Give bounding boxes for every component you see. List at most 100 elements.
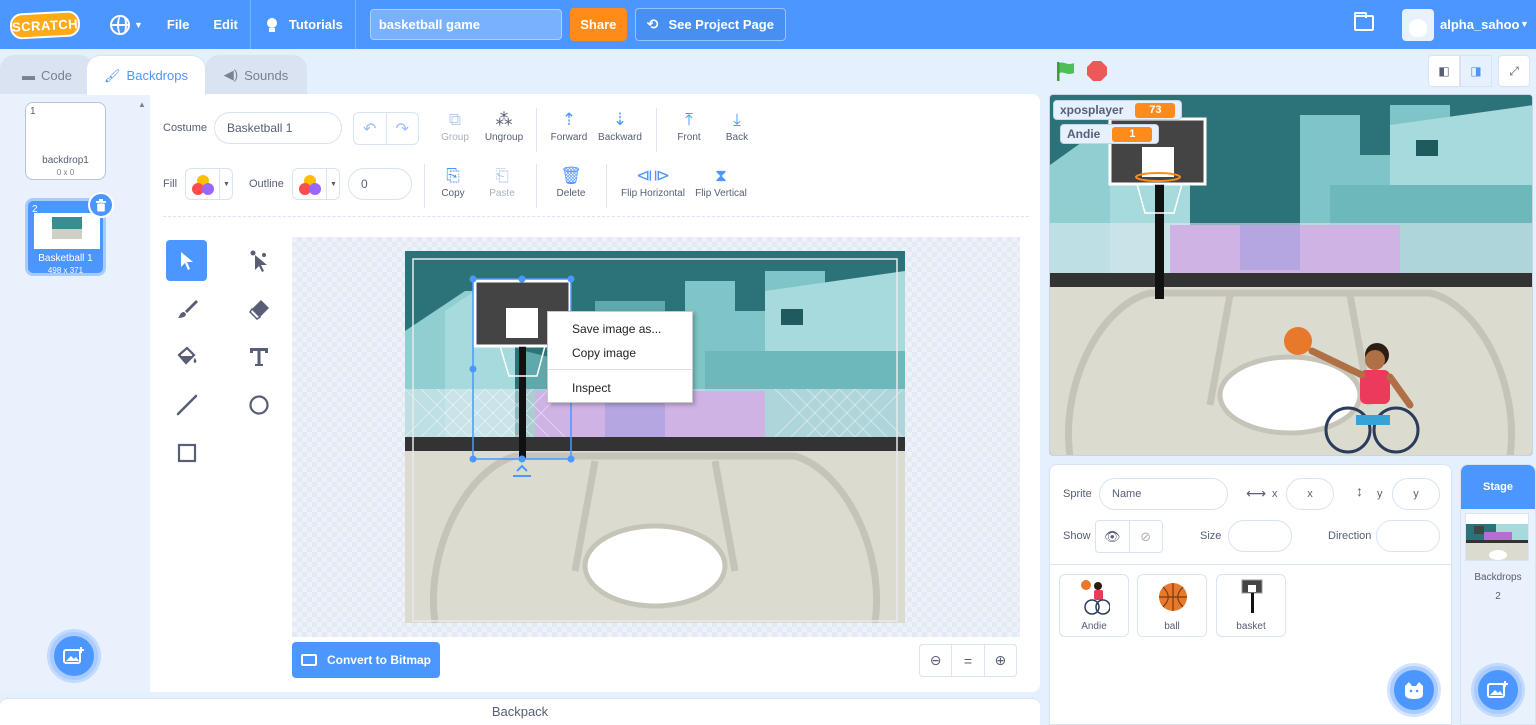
normal-stage-icon: ◨ bbox=[1470, 64, 1482, 78]
variable-monitor-xposplayer[interactable]: xposplayer 73 bbox=[1053, 100, 1183, 120]
scroll-up-icon[interactable]: ▲ bbox=[138, 100, 146, 109]
share-button[interactable]: Share bbox=[569, 8, 627, 41]
stage-thumbnail bbox=[1465, 513, 1529, 561]
flip-horizontal-button[interactable]: ⧏⧐ Flip Horizontal bbox=[616, 164, 690, 199]
tutorials-button[interactable]: Tutorials bbox=[251, 0, 355, 49]
hide-sprite-button[interactable]: ⊘ bbox=[1130, 521, 1163, 552]
trash-icon: 🗑 bbox=[560, 166, 582, 185]
outline-width-input[interactable]: 0 bbox=[348, 168, 412, 200]
chevron-down-icon[interactable]: ▼ bbox=[1520, 19, 1529, 29]
scratch-logo[interactable]: SCRATCH bbox=[9, 9, 81, 40]
eraser-tool[interactable] bbox=[238, 288, 279, 329]
redo-button[interactable]: ↷ bbox=[387, 113, 419, 144]
flip-horizontal-label: Flip Horizontal bbox=[621, 188, 685, 199]
backdrop-name: Basketball 1 bbox=[38, 253, 93, 264]
convert-to-bitmap-button[interactable]: Convert to Bitmap bbox=[292, 642, 440, 678]
globe-icon bbox=[110, 14, 130, 35]
paste-icon: ⎗ bbox=[495, 166, 509, 185]
stop-icon[interactable] bbox=[1087, 61, 1107, 81]
y-input[interactable]: y bbox=[1392, 478, 1440, 510]
see-project-page-button[interactable]: ⟲ See Project Page bbox=[634, 8, 786, 41]
eye-icon: 👁 bbox=[1103, 528, 1121, 544]
sprite-tile-basket[interactable]: basket bbox=[1216, 574, 1286, 637]
ungroup-button[interactable]: ⁂ Ungroup bbox=[479, 108, 529, 143]
size-label: Size bbox=[1200, 530, 1222, 542]
backdrop-name: backdrop1 bbox=[42, 155, 89, 166]
variable-monitor-andie[interactable]: Andie 1 bbox=[1060, 124, 1160, 144]
show-sprite-button[interactable]: 👁 bbox=[1096, 521, 1130, 552]
zoom-controls: ⊖ = ⊕ bbox=[919, 644, 1017, 677]
see-project-label: See Project Page bbox=[668, 17, 774, 32]
backward-button[interactable]: ⇣ Backward bbox=[595, 108, 645, 143]
project-title-input[interactable]: basketball game bbox=[369, 9, 562, 40]
stage-canvas[interactable]: xposplayer 73 Andie 1 bbox=[1049, 94, 1533, 456]
delete-backdrop-button[interactable] bbox=[88, 192, 114, 218]
zoom-out-button[interactable]: ⊖ bbox=[920, 645, 953, 676]
costume-name-input[interactable]: Basketball 1 bbox=[214, 112, 342, 144]
rectangle-tool[interactable] bbox=[166, 432, 207, 473]
line-icon bbox=[176, 394, 197, 415]
fill-color-picker[interactable]: ▼ bbox=[185, 168, 233, 200]
context-copy-image[interactable]: Copy image bbox=[572, 346, 636, 360]
tab-code[interactable]: ▬ Code bbox=[0, 55, 94, 94]
cursor-arrow-icon bbox=[180, 251, 193, 270]
sprite-name-input[interactable]: Name bbox=[1099, 478, 1228, 510]
file-menu[interactable]: File bbox=[155, 0, 201, 49]
zoom-in-button[interactable]: ⊕ bbox=[985, 645, 1016, 676]
copy-button[interactable]: ⎘ Copy bbox=[428, 164, 478, 199]
tab-sounds[interactable]: ◀) Sounds bbox=[205, 55, 307, 94]
menu-divider bbox=[354, 0, 356, 49]
username[interactable]: alpha_sahoo bbox=[1440, 17, 1519, 32]
forward-button[interactable]: ⇡ Forward bbox=[544, 108, 594, 143]
paste-button[interactable]: ⎗ Paste bbox=[477, 164, 527, 199]
delete-label: Delete bbox=[556, 188, 586, 199]
brush-tool[interactable] bbox=[166, 288, 207, 329]
size-input[interactable] bbox=[1228, 520, 1292, 552]
backdrop-list-scrollbar[interactable] bbox=[134, 94, 150, 692]
paint-canvas[interactable] bbox=[292, 237, 1020, 637]
backdrop-tile-1[interactable]: 1 backdrop1 0 x 0 bbox=[25, 102, 106, 180]
small-stage-button[interactable]: ◧ bbox=[1428, 55, 1460, 87]
avatar[interactable] bbox=[1402, 9, 1434, 41]
normal-stage-button[interactable]: ◨ bbox=[1460, 55, 1492, 87]
sprite-tile-andie[interactable]: Andie bbox=[1059, 574, 1129, 637]
context-inspect[interactable]: Inspect bbox=[572, 381, 611, 395]
visibility-toggle: 👁 ⊘ bbox=[1095, 520, 1163, 553]
backpack-bar[interactable]: Backpack bbox=[0, 698, 1040, 725]
toolbar-separator bbox=[606, 164, 607, 208]
front-button[interactable]: ⤒ Front bbox=[664, 108, 714, 143]
copy-icon: ⎘ bbox=[446, 166, 460, 185]
undo-button[interactable]: ↶ bbox=[354, 113, 387, 144]
zoom-out-icon: ⊖ bbox=[929, 652, 942, 668]
monitor-value: 1 bbox=[1112, 126, 1153, 142]
basketball-court-drawing[interactable] bbox=[405, 251, 905, 623]
fill-tool[interactable] bbox=[166, 336, 207, 377]
back-button[interactable]: ⤓ Back bbox=[712, 108, 762, 143]
zoom-reset-button[interactable]: = bbox=[952, 645, 985, 676]
direction-input[interactable] bbox=[1376, 520, 1440, 552]
group-button[interactable]: ⧉ Group bbox=[430, 108, 480, 143]
text-tool[interactable] bbox=[238, 336, 279, 377]
circle-tool[interactable] bbox=[238, 384, 279, 425]
context-save-image[interactable]: Save image as... bbox=[572, 322, 661, 336]
edit-menu[interactable]: Edit bbox=[201, 0, 250, 49]
choose-sprite-button[interactable] bbox=[1390, 666, 1438, 714]
flip-vertical-button[interactable]: ⧗ Flip Vertical bbox=[688, 164, 754, 199]
sprite-tile-ball[interactable]: ball bbox=[1137, 574, 1207, 637]
language-menu[interactable]: ▼ bbox=[98, 0, 155, 49]
fill-bucket-icon bbox=[176, 345, 196, 365]
choose-stage-backdrop-button[interactable] bbox=[1474, 666, 1522, 714]
choose-backdrop-button[interactable] bbox=[50, 632, 98, 680]
green-flag-icon[interactable] bbox=[1055, 60, 1077, 82]
fullscreen-button[interactable]: ⤢ bbox=[1498, 55, 1530, 87]
reshape-tool[interactable] bbox=[238, 240, 279, 281]
tab-backdrops[interactable]: 🖌 Backdrops bbox=[86, 55, 206, 95]
toolbar-separator bbox=[536, 164, 537, 208]
line-tool[interactable] bbox=[166, 384, 207, 425]
backdrops-label: Backdrops bbox=[1474, 572, 1522, 583]
delete-button[interactable]: 🗑 Delete bbox=[546, 164, 596, 199]
outline-color-picker[interactable]: ▼ bbox=[292, 168, 340, 200]
select-tool[interactable] bbox=[166, 240, 207, 281]
x-input[interactable]: x bbox=[1286, 478, 1334, 510]
my-stuff-folder-icon[interactable] bbox=[1354, 12, 1374, 31]
